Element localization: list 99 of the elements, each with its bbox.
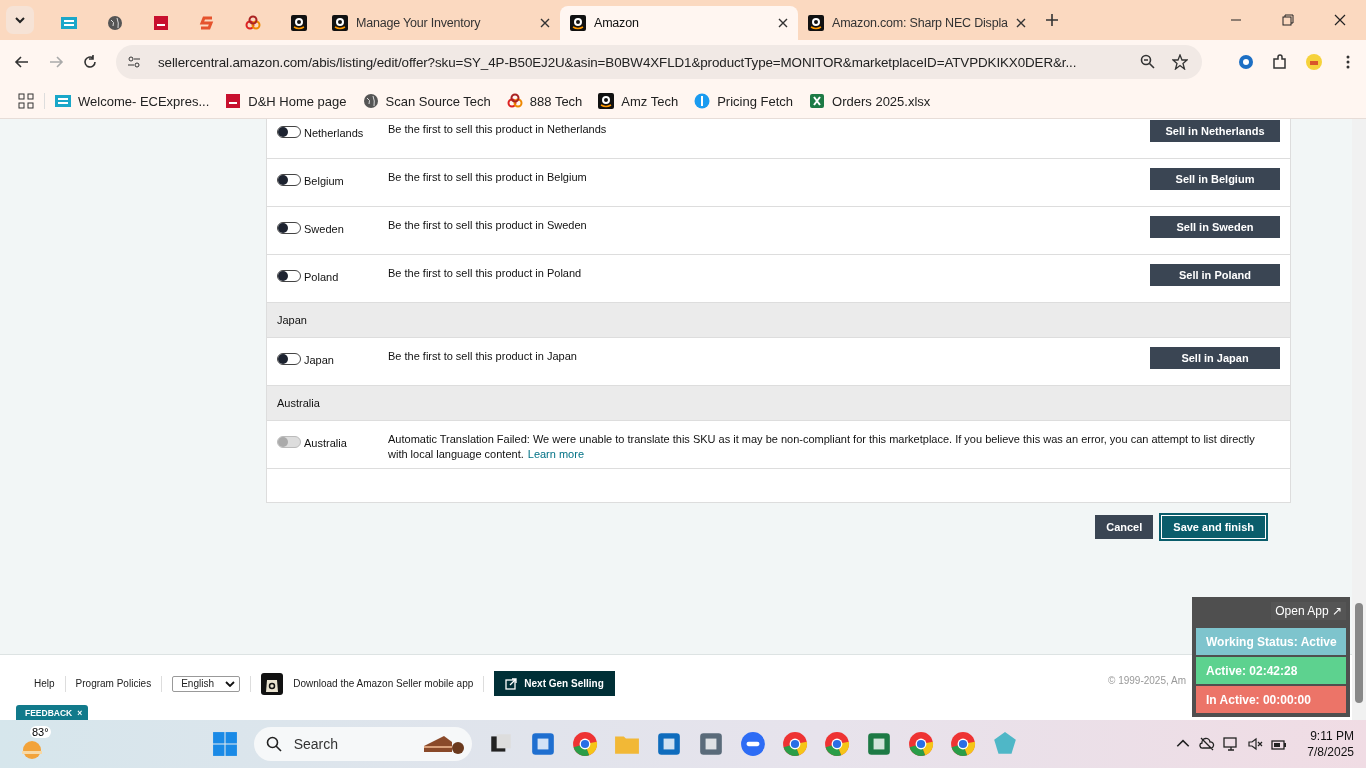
amazon-icon (598, 93, 615, 109)
scrollbar[interactable] (1352, 119, 1366, 720)
globe-icon (107, 15, 123, 31)
toggle-switch[interactable] (277, 221, 301, 234)
toggle-switch[interactable] (277, 173, 301, 186)
site-settings-icon[interactable] (126, 54, 142, 70)
url-text: sellercentral.amazon.com/abis/listing/edit/offer?sku=SY_4P-B50EJ2U&asin=B0BW4XFLD1&productType=MONITOR&marketplaceID=ATVPDKIKX0DER&r... (158, 54, 1078, 70)
chevron-down-icon[interactable] (225, 680, 236, 687)
amazon-icon (332, 15, 348, 31)
star-icon[interactable] (1172, 54, 1188, 70)
tab-search-icon[interactable] (6, 6, 34, 34)
amazon-app-icon[interactable] (261, 672, 284, 695)
dh-logo-icon (225, 93, 242, 109)
country-label: Poland (304, 270, 339, 283)
s-logo-icon (199, 15, 215, 31)
ec-logo-icon (55, 93, 71, 109)
chrome-icon[interactable] (823, 731, 850, 757)
bookmark[interactable]: 888 Tech (506, 93, 583, 109)
amazon-icon (291, 15, 307, 31)
search-input[interactable]: Search (291, 735, 412, 753)
tab-title: Amazon (594, 16, 640, 30)
close-icon[interactable] (540, 18, 550, 28)
cancel-button[interactable]: Cancel (1095, 515, 1154, 539)
footer-link[interactable]: Help (24, 678, 65, 689)
start-icon[interactable] (211, 731, 238, 757)
status-bar: In Active: 00:00:00 (1196, 686, 1346, 713)
sell-button[interactable]: Sell in Belgium (1150, 168, 1280, 190)
toggle-switch[interactable] (277, 352, 301, 365)
close-icon[interactable] (1334, 14, 1346, 26)
amazon-icon (808, 15, 824, 31)
language-select[interactable]: English (172, 675, 241, 692)
status-bar: Working Status: Active (1196, 628, 1346, 655)
country-label: Netherlands (304, 126, 364, 139)
network-icon[interactable] (1223, 736, 1240, 752)
rings-icon (506, 93, 523, 109)
browser-tab[interactable]: Amazon.com: Sharp NEC Displa (798, 6, 1036, 40)
dh-logo-icon (153, 15, 169, 31)
temperature-text: 83° (30, 726, 51, 738)
country-label: Japan (304, 353, 334, 366)
puzzle-icon[interactable] (1272, 54, 1288, 70)
new-tab-icon[interactable] (1046, 14, 1058, 26)
next-gen-selling-button[interactable]: Next Gen Selling (494, 671, 615, 696)
country-label: Sweden (304, 222, 344, 235)
section-header: Japan (267, 303, 1290, 338)
search-icon (265, 736, 282, 752)
ec-logo-icon (61, 15, 77, 31)
message-text: Be the first to sell this product in Poland (388, 266, 583, 281)
save-button[interactable]: Save and finish (1161, 515, 1266, 539)
message-text: Be the first to sell this product in Japan (388, 349, 578, 364)
toggle-switch[interactable] (277, 269, 301, 282)
tab-title: Amazon.com: Sharp NEC Displa (832, 16, 1008, 30)
chrome-icon[interactable] (907, 731, 934, 757)
close-icon[interactable] (1016, 18, 1026, 28)
message-text: Be the first to sell this product in Netherlands (388, 122, 608, 137)
sell-button[interactable]: Sell in Sweden (1150, 216, 1280, 238)
chrome-icon[interactable] (949, 731, 976, 757)
sell-button[interactable]: Sell in Netherlands (1150, 120, 1280, 142)
rings-icon (245, 15, 261, 31)
bookmark[interactable]: Welcome- ECExpres... (55, 93, 210, 109)
tab-title: Manage Your Inventory (356, 16, 482, 30)
feedback-tab[interactable]: FEEDBACK × (16, 705, 89, 720)
toggle-switch[interactable] (277, 125, 301, 138)
search-bar[interactable]: Search (253, 727, 472, 761)
country-label: Belgium (304, 174, 344, 187)
bookmark[interactable]: Amz Tech (598, 93, 679, 109)
address-bar[interactable]: sellercentral.amazon.com/abis/listing/edit/offer?sku=SY_4P-B50EJ2U&asin=B0BW4XFLD1&productType=MONITOR&marketplaceID=ATVPDKIKX0DER&r... (116, 45, 1202, 79)
back-icon[interactable] (14, 54, 30, 70)
clock[interactable]: 9:11 PM 7/8/2025 (1307, 728, 1354, 760)
extension-icon[interactable] (1238, 54, 1254, 70)
profile-avatar-icon[interactable] (1306, 54, 1322, 70)
amazon-icon (570, 15, 586, 31)
chrome-icon[interactable] (781, 731, 808, 757)
message-text: Automatic Translation Failed: We were unable to translate this SKU as it may be non-compliant for this marketplace. If you believe this was an error, you can attempt to list directly with local language content. Learn more (388, 432, 1256, 462)
bookmark[interactable]: Pricing Fetch (694, 93, 794, 109)
status-bar: Active: 02:42:28 (1196, 657, 1346, 684)
bookmark[interactable]: Scan Source Tech (362, 93, 491, 109)
app-download-link[interactable]: Download the Amazon Seller mobile app (283, 678, 484, 689)
globe-icon (362, 93, 379, 109)
browser-tab[interactable]: Amazon (560, 6, 798, 40)
open-app-button[interactable]: Open App ↗ (1271, 602, 1346, 620)
copyright-text: © 1999-2025, Am (1108, 675, 1186, 686)
message-text: Be the first to sell this product in Belgium (388, 170, 588, 185)
message-text: Be the first to sell this product in Sweden (388, 218, 588, 233)
apps-icon[interactable] (18, 93, 34, 109)
sell-button[interactable]: Sell in Japan (1150, 347, 1280, 369)
browser-tab[interactable]: Manage Your Inventory (322, 6, 560, 40)
reload-icon[interactable] (82, 54, 98, 70)
bookmark[interactable]: Orders 2025.xlsx (809, 93, 931, 109)
cloud-off-icon[interactable] (1199, 736, 1216, 752)
restore-icon[interactable] (1282, 14, 1294, 26)
section-header: Australia (267, 386, 1290, 421)
chrome-icon[interactable] (571, 731, 598, 757)
external-link-icon (505, 677, 518, 690)
country-label: Australia (304, 436, 347, 449)
muted-speaker-icon[interactable] (1247, 736, 1264, 752)
close-icon[interactable] (778, 18, 788, 28)
footer-link[interactable]: Program Policies (65, 678, 162, 689)
bookmark[interactable]: D&H Home page (225, 93, 347, 109)
sell-button[interactable]: Sell in Poland (1150, 264, 1280, 286)
